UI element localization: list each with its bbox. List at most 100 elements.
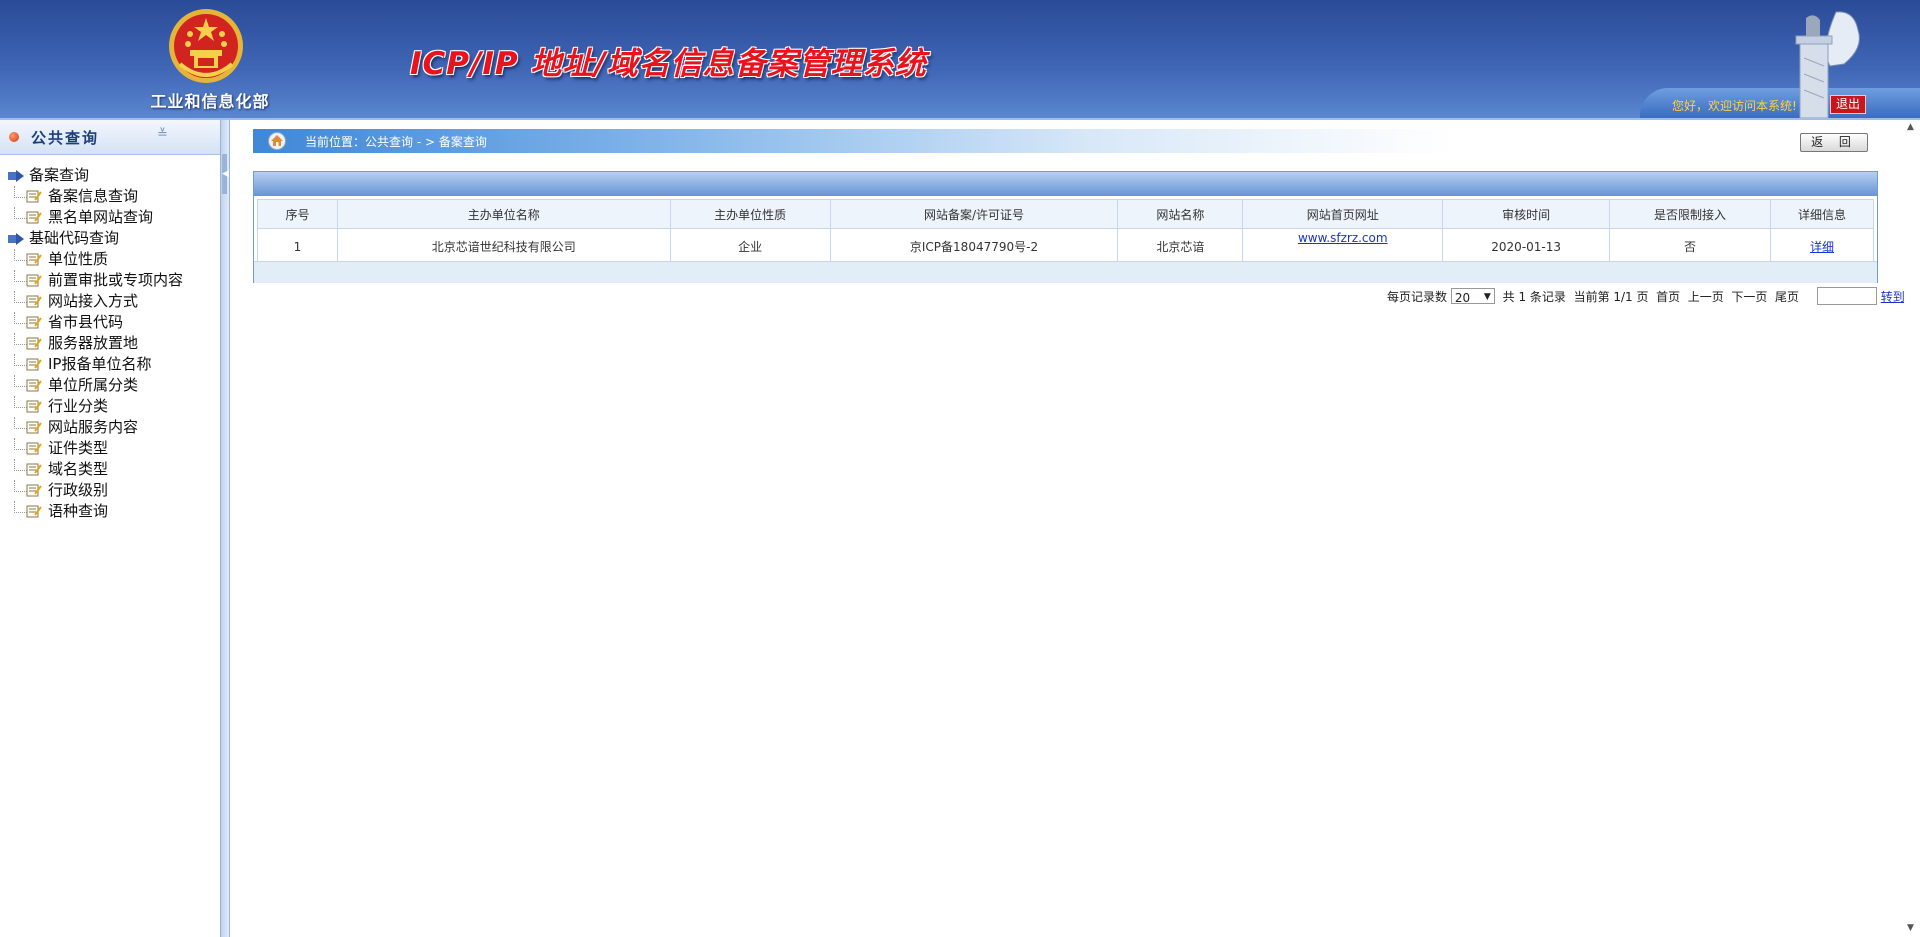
tree-item-label: 省市县代码 [48, 313, 124, 331]
tree-item-ip-reporter[interactable]: IP报备单位名称 [8, 354, 183, 375]
tree-item-label: 单位所属分类 [48, 376, 139, 394]
scroll-down-icon[interactable]: ▼ [1907, 923, 1914, 933]
scroll-up-icon[interactable]: ▲ [1907, 122, 1914, 132]
collapse-arrow-icon[interactable]: ◀ [222, 154, 229, 194]
document-edit-icon [26, 421, 42, 434]
tree-item-org-category[interactable]: 单位所属分类 [8, 375, 183, 396]
cell-org-name: 北京芯谙世纪科技有限公司 [336, 228, 671, 265]
tree-item-admin-level[interactable]: 行政级别 [8, 480, 183, 501]
table-row: 1 北京芯谙世纪科技有限公司 企业 京ICP备18047790号-2 北京芯谙 … [257, 228, 1875, 265]
tree-item-access-method[interactable]: 网站接入方式 [8, 291, 183, 312]
panel-title-bar [254, 172, 1877, 196]
tree-item-service-content[interactable]: 网站服务内容 [8, 417, 183, 438]
bullet-icon [9, 132, 19, 142]
collapse-chevron-icon[interactable]: ≚ [157, 127, 168, 142]
tree-item-label: 黑名单网站查询 [48, 208, 154, 226]
per-page-value: 20 [1454, 290, 1471, 305]
welcome-text: 您好，欢迎访问本系统! [1672, 99, 1797, 113]
tree-group-basic-codes[interactable]: 基础代码查询 [8, 228, 183, 249]
document-edit-icon [26, 484, 42, 497]
tree-item-blacklist[interactable]: 黑名单网站查询 [8, 207, 183, 228]
system-title: ICP/IP 地址/域名信息备案管理系统 [410, 46, 927, 82]
tree-item-domain-type[interactable]: 域名类型 [8, 459, 183, 480]
tree-item-label: 网站服务内容 [48, 418, 139, 436]
tree-item-record-info[interactable]: 备案信息查询 [8, 186, 183, 207]
column-header: 是否限制接入 [1609, 199, 1771, 229]
sidebar: 公共查询 ≚ 备案查询 备案信息查询 黑名单网站查询 基础代码查询 单位性质 前… [0, 120, 220, 937]
document-edit-icon [26, 463, 42, 476]
document-edit-icon [26, 358, 42, 371]
tree-item-industry[interactable]: 行业分类 [8, 396, 183, 417]
document-edit-icon [26, 442, 42, 455]
results-panel: 序号 主办单位名称 主办单位性质 网站备案/许可证号 网站名称 网站首页网址 审… [253, 171, 1878, 283]
column-header: 网站名称 [1117, 199, 1244, 229]
folder-arrow-icon [8, 170, 24, 182]
vertical-scrollbar[interactable]: ▲ ▼ [1904, 120, 1920, 937]
tree-item-label: 前置审批或专项内容 [48, 271, 184, 289]
sidebar-header: 公共查询 ≚ [0, 120, 220, 155]
document-edit-icon [26, 190, 42, 203]
folder-arrow-icon [8, 233, 24, 245]
cell-org-type: 企业 [669, 228, 831, 265]
column-header: 主办单位名称 [336, 199, 671, 229]
national-emblem-icon [169, 9, 243, 83]
cell-license: 京ICP备18047790号-2 [829, 228, 1119, 265]
column-header: 网站备案/许可证号 [829, 199, 1119, 229]
tree-item-org-type[interactable]: 单位性质 [8, 249, 183, 270]
main-content: 当前位置：公共查询 - > 备案查询 返 回 序号 主办单位名称 主办单位性质 … [229, 120, 1905, 937]
detail-link[interactable]: 详细 [1810, 240, 1834, 254]
panel-footer [254, 261, 1877, 283]
tree-item-label: 网站接入方式 [48, 292, 139, 310]
per-page-select[interactable]: 20 ▼ [1450, 288, 1495, 305]
cell-restricted: 否 [1609, 228, 1771, 265]
cell-site-name: 北京芯谙 [1117, 228, 1244, 265]
column-header: 网站首页网址 [1242, 199, 1444, 229]
cell-index: 1 [257, 228, 338, 265]
tree-item-label: IP报备单位名称 [48, 355, 152, 373]
home-icon [268, 132, 286, 150]
cell-audit-date: 2020-01-13 [1442, 228, 1611, 265]
document-edit-icon [26, 505, 42, 518]
tree-item-server-location[interactable]: 服务器放置地 [8, 333, 183, 354]
document-edit-icon [26, 400, 42, 413]
tree-item-id-type[interactable]: 证件类型 [8, 438, 183, 459]
header-banner: 工业和信息化部 ICP/IP 地址/域名信息备案管理系统 您好，欢迎访问本系统!… [0, 0, 1920, 120]
tree-item-pre-approval[interactable]: 前置审批或专项内容 [8, 270, 183, 291]
tree-item-label: 服务器放置地 [48, 334, 139, 352]
tree-item-label: 行政级别 [48, 481, 109, 499]
column-header: 序号 [257, 199, 338, 229]
tree-item-label: 单位性质 [48, 250, 109, 268]
column-header: 主办单位性质 [669, 199, 831, 229]
dropdown-arrow-icon: ▼ [1483, 292, 1491, 302]
column-header: 详细信息 [1769, 199, 1875, 229]
cell-detail: 详细 [1769, 228, 1875, 265]
document-edit-icon [26, 274, 42, 287]
logout-button[interactable]: 退出 [1830, 95, 1866, 114]
site-url-link[interactable]: www.sfzrz.com [1298, 231, 1388, 245]
cell-url: www.sfzrz.com [1242, 228, 1444, 265]
column-header: 审核时间 [1442, 199, 1611, 229]
breadcrumb: 当前位置：公共查询 - > 备案查询 [253, 129, 1453, 153]
back-button[interactable]: 返 回 [1800, 133, 1868, 152]
tree-item-label: 证件类型 [48, 439, 109, 457]
table-header-row: 序号 主办单位名称 主办单位性质 网站备案/许可证号 网站名称 网站首页网址 审… [257, 199, 1875, 229]
document-edit-icon [26, 337, 42, 350]
pagination: 每页记录数 20 ▼ 共 1 条记录 当前第 1/1 页 首页 上一页 下一页 尾… [1387, 287, 1905, 307]
tree-group-record-query[interactable]: 备案查询 [8, 165, 183, 186]
jump-page-input[interactable] [1816, 287, 1877, 305]
pager-summary: 共 1 条记录 当前第 1/1 页 首页 上一页 下一页 尾页 [1502, 289, 1800, 304]
document-edit-icon [26, 316, 42, 329]
breadcrumb-text: 当前位置：公共查询 - > 备案查询 [305, 135, 487, 149]
tree-item-label: 备案信息查询 [48, 187, 139, 205]
ministry-name: 工业和信息化部 [150, 92, 270, 111]
document-edit-icon [26, 295, 42, 308]
tree-item-label: 行业分类 [48, 397, 109, 415]
results-table: 序号 主办单位名称 主办单位性质 网站备案/许可证号 网站名称 网站首页网址 审… [257, 199, 1875, 265]
sidebar-title: 公共查询 [31, 129, 100, 147]
tree-item-language[interactable]: 语种查询 [8, 501, 183, 522]
document-edit-icon [26, 253, 42, 266]
tree-item-region-code[interactable]: 省市县代码 [8, 312, 183, 333]
tree-group-label: 备案查询 [29, 166, 90, 184]
jump-link[interactable]: 转到 [1881, 288, 1905, 305]
document-edit-icon [26, 211, 42, 224]
